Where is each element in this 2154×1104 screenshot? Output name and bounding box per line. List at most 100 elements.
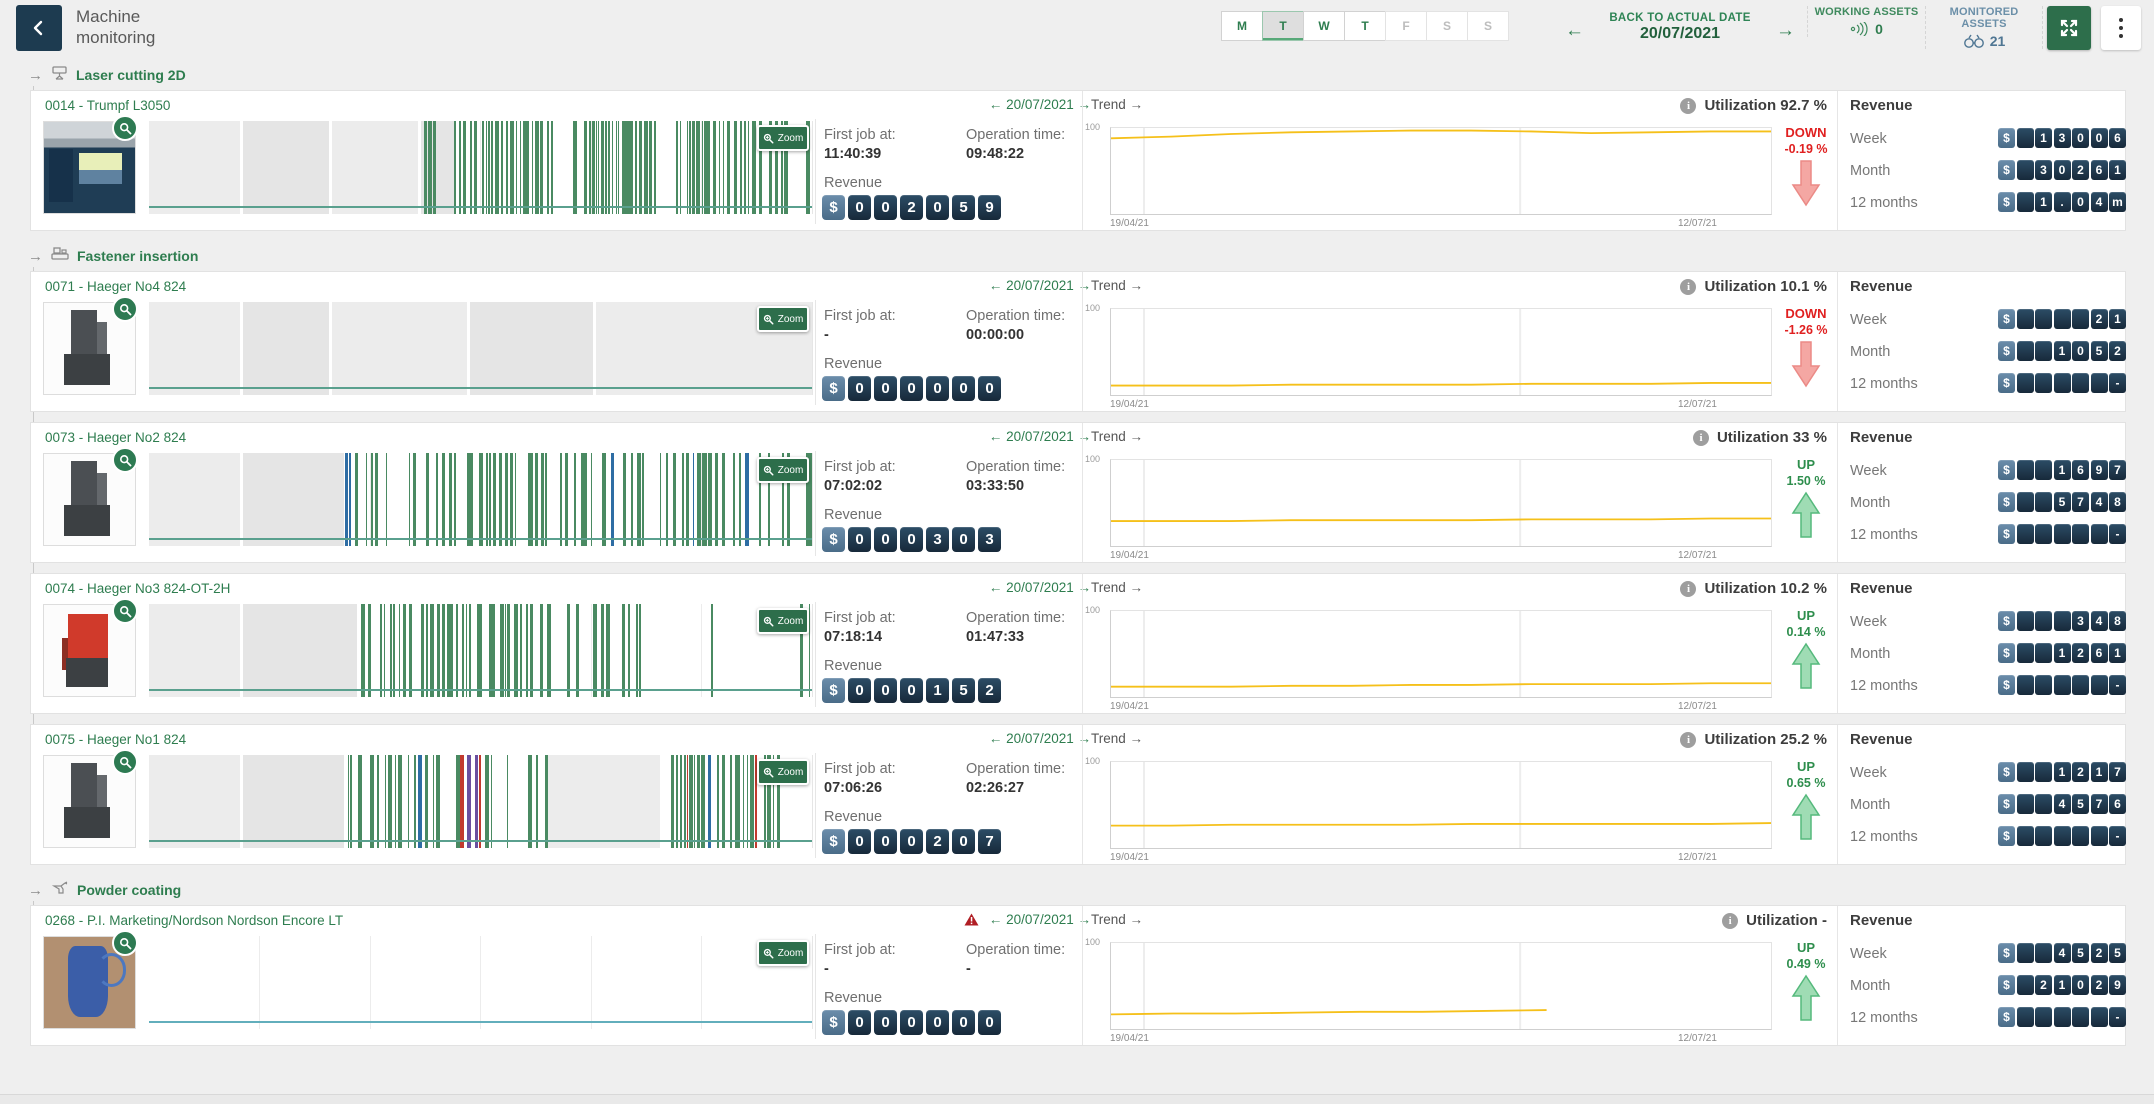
back-button[interactable]: [16, 5, 62, 51]
weekday-button-1[interactable]: T: [1262, 11, 1304, 41]
daily-timeline-chart[interactable]: [149, 302, 813, 395]
month-revenue-counter: $5748: [1998, 492, 2126, 512]
counter-digit: 9: [2109, 975, 2126, 995]
current-date[interactable]: 20/07/2021: [1565, 25, 1795, 43]
timeline-activity-bar: [545, 755, 549, 848]
timeline-activity-bar: [581, 453, 583, 546]
timeline-activity-bar: [708, 453, 712, 546]
card-prev-date-arrow[interactable]: ←: [989, 97, 1003, 112]
machine-name-link[interactable]: 0071 - Haeger No4 824: [45, 279, 186, 294]
counter-digit: 1: [2109, 160, 2126, 180]
timeline-activity-bar: [540, 604, 543, 697]
utilization: i Utilization -: [1722, 912, 1827, 929]
info-icon[interactable]: i: [1680, 581, 1696, 597]
counter-digit: [2017, 524, 2034, 544]
trend-label: Trend →: [1091, 429, 1143, 444]
timeline-zoom-button[interactable]: Zoom: [757, 940, 809, 966]
counter-digit: [2054, 675, 2071, 695]
section-laser-cutting-2d: →Laser cutting 2D 0014 - Trumpf L3050 Zo…: [0, 60, 2154, 231]
week-label: Week: [1850, 614, 1887, 630]
photo-magnifier-icon[interactable]: [112, 598, 138, 624]
counter-digit: [2035, 943, 2052, 963]
machine-name-link[interactable]: 0075 - Haeger No1 824: [45, 732, 186, 747]
fullscreen-button[interactable]: [2047, 6, 2091, 50]
prev-date-arrow[interactable]: ←: [1565, 20, 1584, 42]
delta-arrow-icon: [1776, 156, 1836, 212]
machine-name-link[interactable]: 0074 - Haeger No3 824-OT-2H: [45, 581, 230, 596]
photo-magnifier-icon[interactable]: [112, 930, 138, 956]
info-icon[interactable]: i: [1693, 430, 1709, 446]
timeline-activity-bar: [437, 604, 440, 697]
timeline-zoom-button[interactable]: Zoom: [757, 125, 809, 151]
timeline-activity-bar: [601, 604, 604, 697]
warning-icon[interactable]: [964, 913, 979, 929]
info-icon[interactable]: i: [1680, 98, 1696, 114]
daily-timeline-chart[interactable]: [149, 121, 813, 214]
info-icon[interactable]: i: [1722, 913, 1738, 929]
daily-timeline-chart[interactable]: [149, 755, 813, 848]
timeline-zoom-button[interactable]: Zoom: [757, 306, 809, 332]
daily-timeline-chart[interactable]: [149, 936, 813, 1029]
photo-magnifier-icon[interactable]: [112, 115, 138, 141]
trend-x-start: 19/04/21: [1110, 701, 1149, 712]
counter-digit: [2054, 373, 2071, 393]
counter-digit: 5: [2072, 794, 2089, 814]
card-prev-date-arrow[interactable]: ←: [989, 731, 1003, 746]
twelve-months-revenue-counter: $-: [1998, 524, 2126, 544]
timeline-activity-bar: [436, 453, 437, 546]
utilization: i Utilization 33 %: [1693, 429, 1827, 446]
trend-y-max: 100: [1085, 303, 1100, 313]
timeline-activity-bar: [671, 755, 674, 848]
card-prev-date-arrow[interactable]: ←: [989, 580, 1003, 595]
weekday-button-2[interactable]: W: [1303, 11, 1345, 41]
timeline-zoom-button[interactable]: Zoom: [757, 759, 809, 785]
weekday-button-3[interactable]: T: [1344, 11, 1386, 41]
timeline-activity-bar: [680, 755, 682, 848]
counter-digit: [2054, 524, 2071, 544]
machine-name-link[interactable]: 0073 - Haeger No2 824: [45, 430, 186, 445]
daily-timeline-chart[interactable]: [149, 453, 813, 546]
timeline-activity-bar: [711, 604, 713, 697]
info-icon[interactable]: i: [1680, 732, 1696, 748]
counter-digit: 5: [952, 195, 975, 220]
timeline-activity-bar: [713, 121, 716, 214]
timeline-zoom-button[interactable]: Zoom: [757, 608, 809, 634]
weekday-button-0[interactable]: M: [1221, 11, 1263, 41]
timeline-activity-bar: [608, 121, 611, 214]
operation-time-label: Operation time:: [966, 761, 1086, 777]
back-to-actual-date-button[interactable]: BACK TO ACTUAL DATE: [1565, 6, 1795, 24]
photo-magnifier-icon[interactable]: [112, 296, 138, 322]
photo-magnifier-icon[interactable]: [112, 447, 138, 473]
timeline-zoom-button[interactable]: Zoom: [757, 457, 809, 483]
daily-revenue-counter: $000000: [822, 1010, 1001, 1035]
photo-magnifier-icon[interactable]: [112, 749, 138, 775]
info-icon[interactable]: i: [1680, 279, 1696, 295]
currency-box: $: [822, 678, 845, 703]
timeline-activity-bar: [701, 755, 705, 848]
timeline-baseline: [149, 840, 812, 842]
timeline-idle-block: [243, 604, 357, 697]
operation-time-label: Operation time:: [966, 610, 1086, 626]
counter-digit: 6: [2091, 160, 2108, 180]
first-job-value: 07:06:26: [824, 780, 944, 796]
revenue-panel-title: Revenue: [1850, 580, 1913, 597]
delta-arrow-icon: [1776, 639, 1836, 695]
trend-x-end: 12/07/21: [1678, 218, 1717, 229]
machine-name-link[interactable]: 0014 - Trumpf L3050: [45, 98, 170, 113]
revenue-panel: Revenue Week $4525 Month $21029 12 month…: [1837, 906, 2127, 1045]
card-prev-date-arrow[interactable]: ←: [989, 429, 1003, 444]
counter-digit: [2035, 492, 2052, 512]
card-prev-date-arrow[interactable]: ←: [989, 278, 1003, 293]
utilization: i Utilization 92.7 %: [1680, 97, 1827, 114]
counter-digit: 1: [2054, 341, 2071, 361]
machine-name-link[interactable]: 0268 - P.I. Marketing/Nordson Nordson En…: [45, 913, 343, 928]
card-prev-date-arrow[interactable]: ←: [989, 912, 1003, 927]
daily-timeline-chart[interactable]: [149, 604, 813, 697]
counter-digit: 0: [848, 527, 871, 552]
timeline-activity-bar: [687, 121, 688, 214]
next-date-arrow[interactable]: →: [1776, 20, 1795, 42]
more-options-button[interactable]: [2101, 6, 2141, 50]
counter-digit: [2017, 975, 2034, 995]
card-date-navigator: ← 20/07/2021 →: [911, 580, 1091, 595]
machine-card: 0071 - Haeger No4 824 Zoom First job at:…: [30, 271, 2126, 412]
